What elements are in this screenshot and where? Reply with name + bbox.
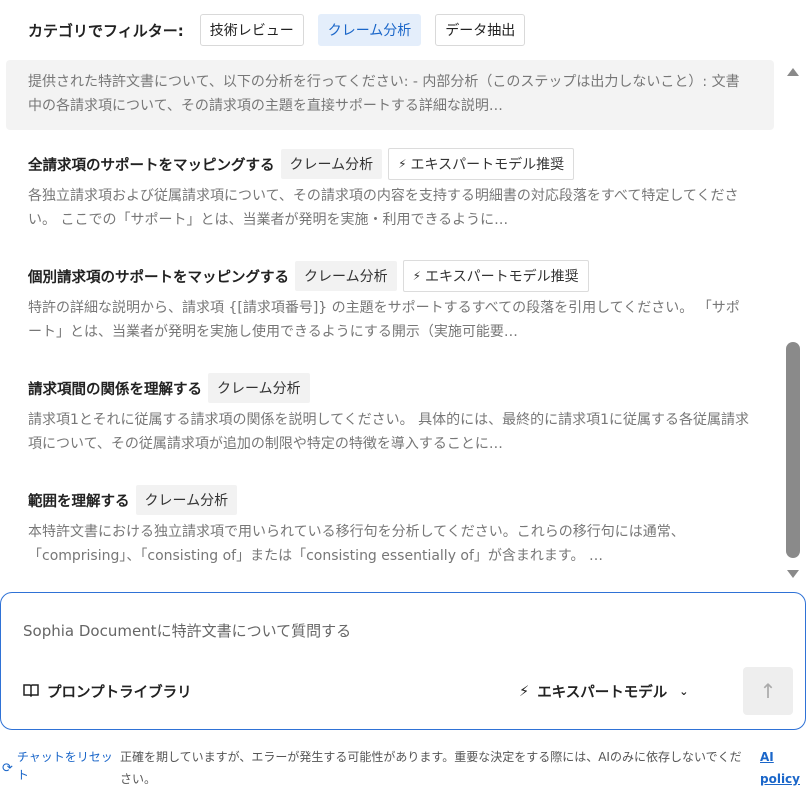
prompt-title: 範囲を理解する bbox=[28, 493, 130, 510]
prompt-description: 請求項1とそれに従属する請求項の関係を説明してください。 具体的には、最終的に請… bbox=[28, 412, 750, 452]
prompt-description: 提供された特許文書について、以下の分析を行ってください: - 内部分析（このステ… bbox=[28, 74, 740, 114]
prompt-card[interactable]: 範囲を理解する クレーム分析 本特許文書における独立請求項で用いられている移行句… bbox=[6, 484, 774, 568]
prompt-description: 各独立請求項および従属請求項について、その請求項の内容を支持する明細書の対応段落… bbox=[28, 188, 739, 228]
reset-chat-button[interactable]: ⟳ チャットをリセット bbox=[2, 748, 118, 784]
claim-analysis-tag: クレーム分析 bbox=[280, 149, 383, 179]
reset-chat-label: チャットをリセット bbox=[16, 750, 113, 782]
prompt-list: 提供された特許文書について、以下の分析を行ってください: - 内部分析（このステ… bbox=[0, 60, 780, 590]
scroll-down-arrow-icon[interactable] bbox=[787, 570, 799, 578]
filter-label: カテゴリでフィルター: bbox=[28, 21, 184, 40]
claim-analysis-tag: クレーム分析 bbox=[135, 485, 238, 515]
lightning-icon: ⚡ bbox=[519, 683, 530, 700]
expert-model-tag-label: エキスパートモデル推奨 bbox=[410, 157, 565, 173]
model-selector-label: エキスパートモデル bbox=[537, 685, 668, 701]
prompt-card[interactable]: 個別請求項のサポートをマッピングする クレーム分析 ⚡ エキスパートモデル推奨 … bbox=[6, 260, 774, 344]
prompt-card[interactable]: 提供された特許文書について、以下の分析を行ってください: - 内部分析（このステ… bbox=[6, 60, 774, 130]
filter-chip-data-extraction[interactable]: データ抽出 bbox=[435, 14, 526, 46]
chevron-down-icon: ⌄ bbox=[679, 685, 689, 698]
list-scrollbar[interactable] bbox=[784, 60, 804, 590]
expert-model-tag-label: エキスパートモデル推奨 bbox=[425, 269, 579, 285]
prompt-title: 個別請求項のサポートをマッピングする bbox=[28, 269, 289, 286]
prompt-description: 特許の詳細な説明から、請求項 {[請求項番号]} の主題をサポートするすべての段… bbox=[28, 300, 740, 340]
footer: ⟳ チャットをリセット 正確を期していますが、エラーが発生する可能性があります。… bbox=[0, 742, 806, 794]
prompt-library-label: プロンプトライブラリ bbox=[47, 685, 192, 701]
lightning-icon: ⚡ bbox=[412, 269, 422, 283]
lightning-icon: ⚡ bbox=[398, 157, 407, 171]
chat-input[interactable] bbox=[23, 619, 723, 643]
prompt-card[interactable]: 請求項間の関係を理解する クレーム分析 請求項1とそれに従属する請求項の関係を説… bbox=[6, 372, 774, 456]
prompt-card[interactable]: 全請求項のサポートをマッピングする クレーム分析 ⚡ エキスパートモデル推奨 各… bbox=[6, 148, 774, 232]
category-filter-bar: カテゴリでフィルター: 技術レビュー クレーム分析 データ抽出 bbox=[0, 0, 806, 60]
arrow-up-icon: ↑ bbox=[759, 679, 777, 703]
filter-chip-tech-review[interactable]: 技術レビュー bbox=[199, 14, 304, 46]
scroll-thumb[interactable] bbox=[786, 342, 800, 558]
expert-model-tag: ⚡ エキスパートモデル推奨 bbox=[402, 260, 589, 292]
book-icon bbox=[23, 683, 39, 701]
prompt-title: 請求項間の関係を理解する bbox=[28, 381, 202, 398]
prompt-description: 本特許文書における独立請求項で用いられている移行句を分析してください。これらの移… bbox=[28, 524, 685, 564]
claim-analysis-tag: クレーム分析 bbox=[295, 261, 397, 291]
claim-analysis-tag: クレーム分析 bbox=[208, 373, 310, 403]
ai-policy-link[interactable]: AI policy bbox=[760, 746, 804, 790]
scroll-up-arrow-icon[interactable] bbox=[787, 68, 799, 76]
disclaimer-text: 正確を期していますが、エラーが発生する可能性があります。重要な決定をする際には、… bbox=[120, 750, 742, 786]
chat-composer: プロンプトライブラリ ⚡ エキスパートモデル ⌄ ↑ bbox=[0, 592, 806, 730]
refresh-icon: ⟳ bbox=[2, 761, 13, 776]
expert-model-tag: ⚡ エキスパートモデル推奨 bbox=[388, 148, 575, 180]
prompt-title: 全請求項のサポートをマッピングする bbox=[28, 157, 275, 174]
send-button[interactable]: ↑ bbox=[743, 667, 793, 715]
model-selector[interactable]: ⚡ エキスパートモデル ⌄ bbox=[519, 681, 688, 702]
filter-chip-claim-analysis[interactable]: クレーム分析 bbox=[317, 14, 422, 46]
prompt-library-button[interactable]: プロンプトライブラリ bbox=[23, 681, 192, 702]
